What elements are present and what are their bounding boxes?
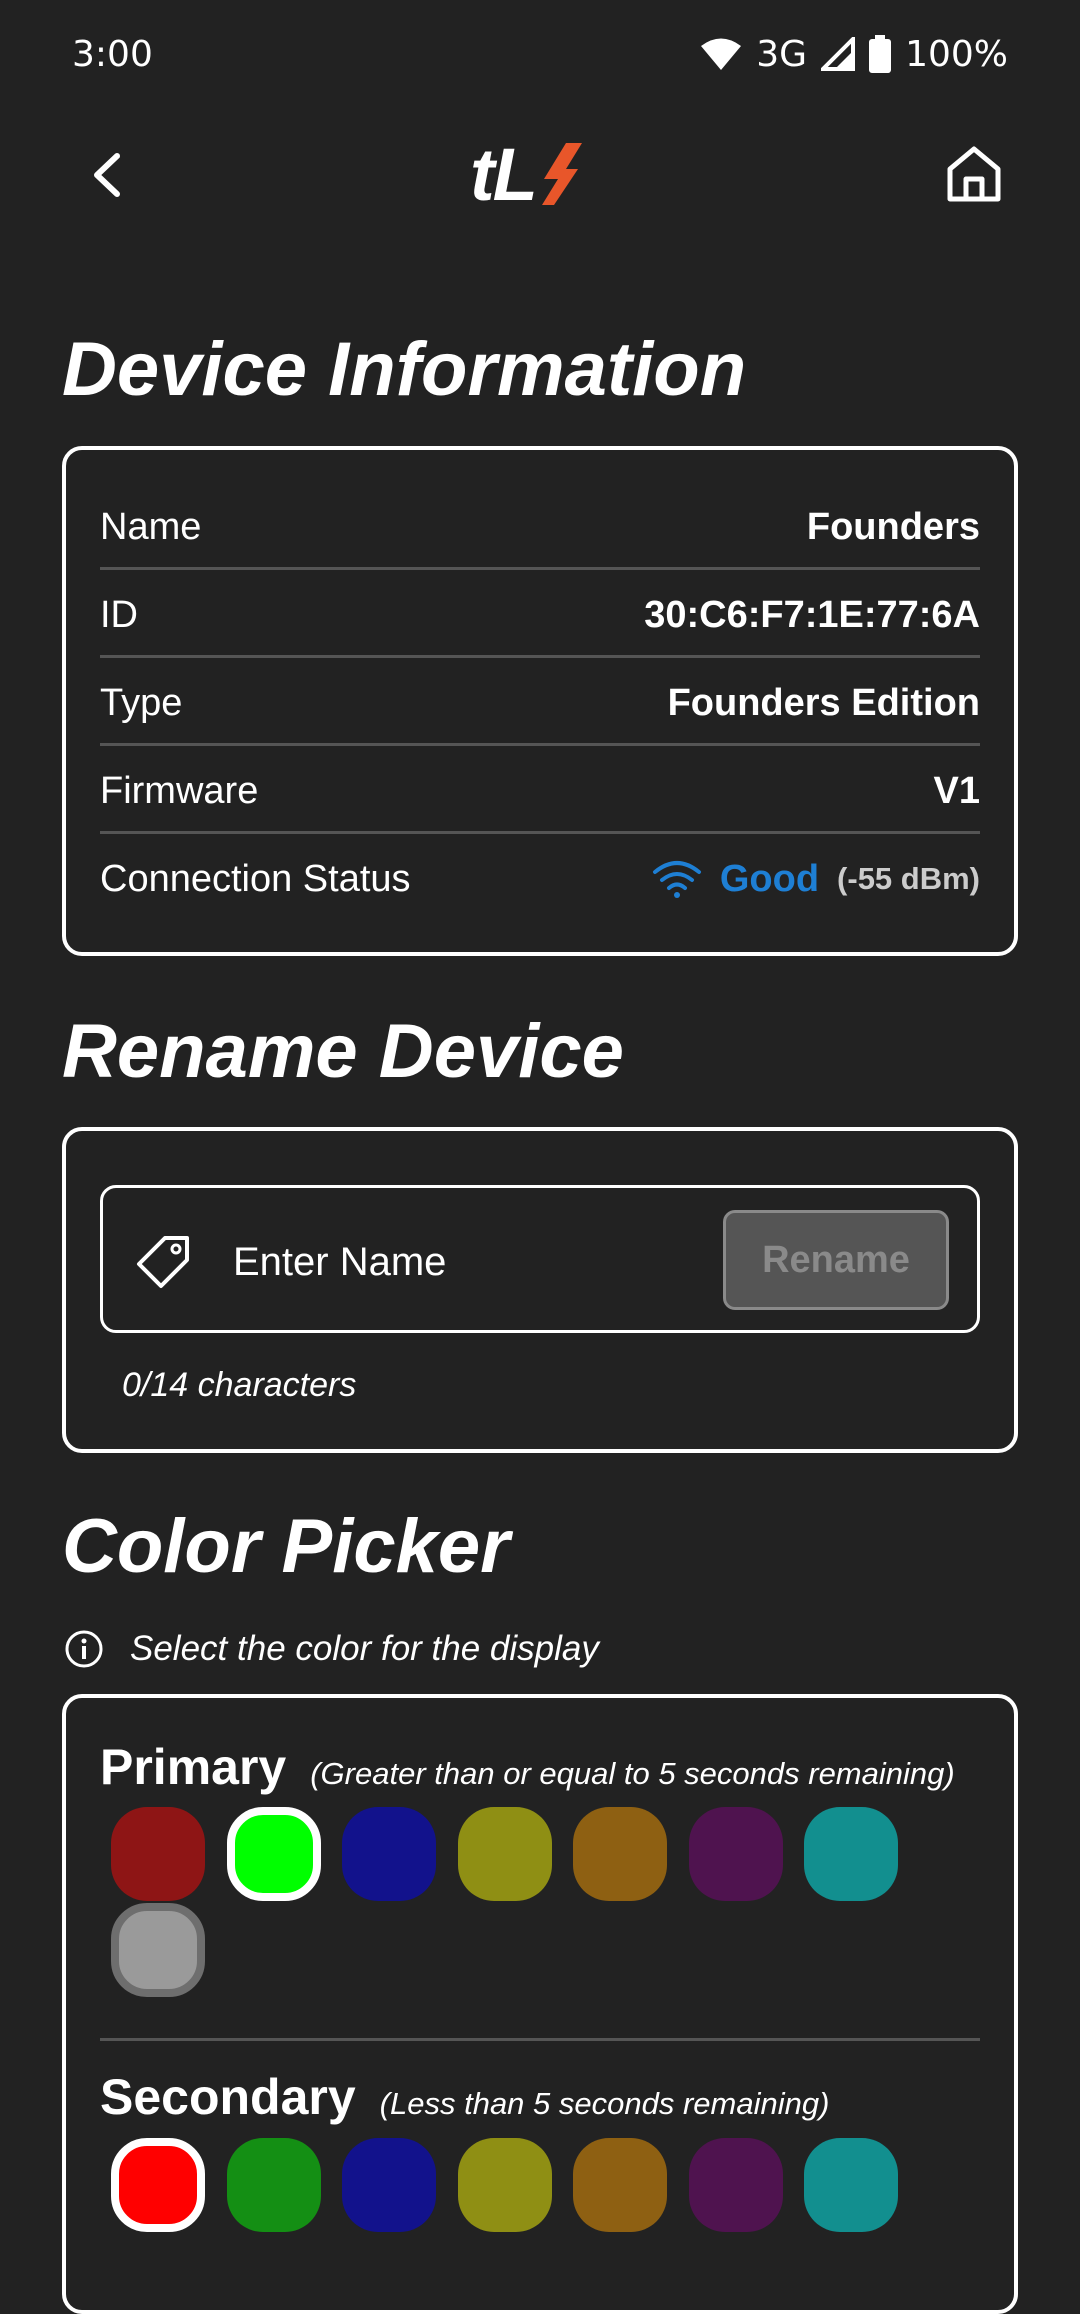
logo-text: tL bbox=[470, 132, 538, 216]
back-button[interactable] bbox=[72, 140, 142, 210]
tag-icon bbox=[137, 1236, 189, 1288]
info-row-type: Type Founders Edition bbox=[100, 659, 980, 747]
app-logo: tL bbox=[470, 132, 586, 216]
info-value: V1 bbox=[933, 769, 980, 812]
color-picker-hint: Select the color for the display bbox=[64, 1626, 599, 1672]
status-icons: 3G 100% bbox=[700, 34, 1008, 75]
secondary-title: Secondary bbox=[100, 2069, 356, 2125]
top-nav: tL bbox=[0, 120, 1080, 230]
rename-title: Rename Device bbox=[62, 1009, 624, 1094]
primary-swatch-orange[interactable] bbox=[573, 1807, 667, 1901]
info-label: Connection Status bbox=[100, 857, 411, 900]
info-row-name: Name Founders bbox=[100, 483, 980, 571]
secondary-swatch-purple[interactable] bbox=[688, 2138, 783, 2232]
secondary-swatch-teal[interactable] bbox=[804, 2138, 898, 2232]
color-picker-title: Color Picker bbox=[62, 1504, 510, 1589]
info-row-connection: Connection Status Good (-55 dBm) bbox=[100, 835, 980, 923]
primary-label: Primary (Greater than or equal to 5 seco… bbox=[100, 1738, 955, 1796]
info-label: ID bbox=[100, 593, 138, 636]
connection-value: Good (-55 dBm) bbox=[652, 858, 980, 901]
info-label: Type bbox=[100, 681, 183, 724]
connection-quality: Good bbox=[719, 857, 820, 900]
network-type: 3G bbox=[756, 33, 808, 75]
info-row-id: ID 30:C6:F7:1E:77:6A bbox=[100, 571, 980, 659]
divider bbox=[100, 743, 980, 746]
primary-swatch-blue[interactable] bbox=[342, 1807, 436, 1901]
secondary-swatch-blue[interactable] bbox=[342, 2138, 436, 2232]
name-input[interactable] bbox=[231, 1218, 791, 1306]
wifi-signal-icon bbox=[652, 861, 701, 898]
hint-text: Select the color for the display bbox=[130, 1629, 599, 1668]
divider bbox=[100, 567, 980, 570]
info-label: Firmware bbox=[100, 769, 259, 812]
divider bbox=[100, 831, 980, 834]
home-icon bbox=[947, 146, 1001, 202]
primary-swatch-green[interactable] bbox=[226, 1807, 321, 1901]
primary-note: (Greater than or equal to 5 seconds rema… bbox=[310, 1756, 955, 1791]
status-bar: 3:00 3G 100% bbox=[0, 0, 1080, 108]
rename-button[interactable]: Rename bbox=[723, 1210, 949, 1310]
character-count: 0/14 characters bbox=[122, 1366, 357, 1404]
primary-title: Primary bbox=[100, 1739, 287, 1795]
info-value: Founders Edition bbox=[667, 681, 980, 724]
cell-signal-icon bbox=[821, 37, 856, 71]
info-value: 30:C6:F7:1E:77:6A bbox=[644, 593, 980, 636]
device-info-title: Device Information bbox=[62, 327, 747, 412]
secondary-swatch-yellow[interactable] bbox=[457, 2138, 552, 2232]
chevron-left-icon bbox=[94, 153, 120, 197]
rename-input-container: Rename bbox=[100, 1185, 980, 1333]
secondary-swatch-orange[interactable] bbox=[573, 2138, 667, 2232]
bolt-icon bbox=[541, 143, 582, 205]
divider bbox=[100, 655, 980, 658]
info-row-firmware: Firmware V1 bbox=[100, 747, 980, 835]
primary-swatch-yellow[interactable] bbox=[457, 1807, 552, 1901]
wifi-icon bbox=[700, 37, 742, 71]
primary-swatch-teal[interactable] bbox=[804, 1807, 898, 1901]
info-value: Founders bbox=[806, 505, 980, 548]
battery-percent: 100% bbox=[905, 33, 1008, 75]
primary-swatch-red[interactable] bbox=[111, 1807, 205, 1901]
secondary-note: (Less than 5 seconds remaining) bbox=[379, 2086, 830, 2121]
info-label: Name bbox=[100, 505, 202, 548]
secondary-label: Secondary (Less than 5 seconds remaining… bbox=[100, 2068, 829, 2126]
home-button[interactable] bbox=[936, 136, 1012, 212]
info-icon bbox=[65, 1630, 103, 1668]
secondary-swatch-red[interactable] bbox=[111, 2138, 205, 2232]
connection-signal: (-55 dBm) bbox=[837, 861, 980, 896]
battery-icon bbox=[869, 35, 892, 73]
divider bbox=[100, 2038, 980, 2041]
primary-swatch-gray[interactable] bbox=[111, 1903, 205, 1997]
status-time: 3:00 bbox=[72, 33, 153, 75]
secondary-swatch-green[interactable] bbox=[226, 2138, 321, 2232]
primary-swatch-purple[interactable] bbox=[688, 1807, 783, 1901]
